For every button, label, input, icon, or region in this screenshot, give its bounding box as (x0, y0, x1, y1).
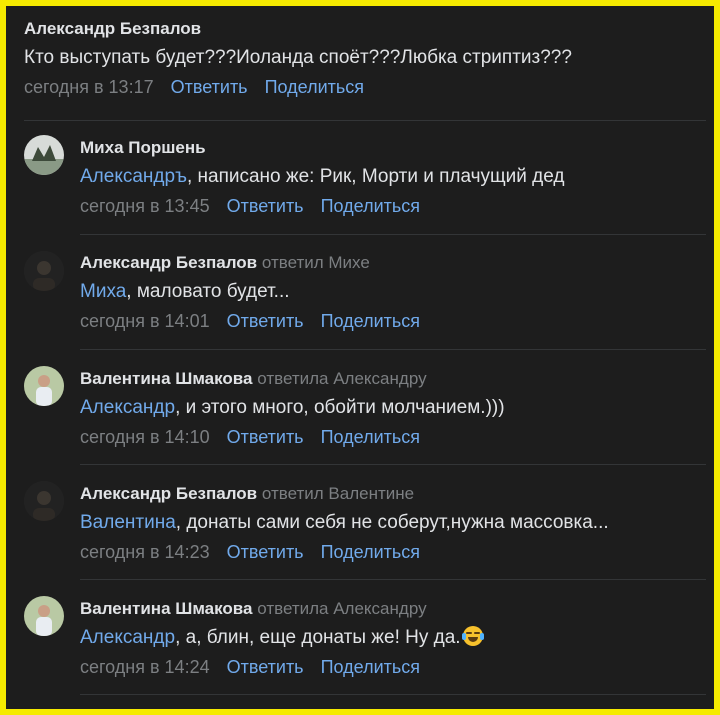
share-button[interactable]: Поделиться (321, 427, 420, 447)
reply-button[interactable]: Ответить (227, 657, 304, 677)
comment-text: Александр, а, блин, еще донаты же! Ну да… (80, 625, 705, 651)
comment-author[interactable]: Александр Безпалов (80, 253, 257, 272)
comment-time[interactable]: сегодня в 14:01 (80, 311, 210, 331)
avatar[interactable] (24, 135, 64, 175)
mention-link[interactable]: Валентина (80, 512, 176, 533)
comment-time[interactable]: сегодня в 14:23 (80, 542, 210, 562)
mention-link[interactable]: Александръ (80, 166, 187, 187)
comment: Валентина Шмакова ответила Александру Ал… (80, 368, 714, 449)
divider (80, 694, 706, 695)
avatar[interactable] (24, 481, 64, 521)
share-button[interactable]: Поделиться (321, 657, 420, 677)
comment-author[interactable]: Александр Безпалов (80, 484, 257, 503)
comment-text: Александръ, написано же: Рик, Морти и пл… (80, 164, 705, 190)
comment-time[interactable]: сегодня в 13:17 (24, 77, 154, 97)
comment-meta: сегодня в 13:17 Ответить Поделиться (24, 75, 714, 99)
share-button[interactable]: Поделиться (321, 542, 420, 562)
replied-to[interactable]: ответил Михе (262, 253, 370, 272)
reply-button[interactable]: Ответить (227, 196, 304, 216)
mention-link[interactable]: Александр (80, 397, 175, 418)
mention-link[interactable]: Миха (80, 281, 126, 302)
comment-author-line: Александр Безпалов ответил Михе (80, 252, 714, 274)
comment-body: , маловато будет... (126, 281, 290, 302)
reply-button[interactable]: Ответить (227, 311, 304, 331)
comment-meta: сегодня в 14:23 Ответить Поделиться (80, 540, 714, 564)
avatar-photo (24, 135, 64, 175)
comment-meta: сегодня в 14:24 Ответить Поделиться (80, 655, 714, 679)
divider (80, 579, 706, 580)
comment-body: , донаты сами себя не соберут,нужна масс… (175, 512, 609, 533)
comment: Миха Поршень Александръ, написано же: Ри… (80, 137, 714, 218)
comment-meta: сегодня в 14:01 Ответить Поделиться (80, 309, 714, 333)
share-button[interactable]: Поделиться (321, 196, 420, 216)
comment-author[interactable]: Валентина Шмакова (80, 369, 253, 388)
face-with-tears-of-joy-icon (461, 626, 484, 646)
comment-author-line: Валентина Шмакова ответила Александру (80, 598, 714, 620)
avatar-photo (24, 596, 64, 636)
divider (24, 120, 706, 121)
comment-text: Миха, маловато будет... (80, 279, 705, 305)
divider (80, 349, 706, 350)
comment-author[interactable]: Валентина Шмакова (80, 599, 253, 618)
comment: Валентина Шмакова ответила Александру Ал… (80, 598, 714, 679)
comment-text: Валентина, донаты сами себя не соберут,н… (80, 510, 700, 536)
comment-time[interactable]: сегодня в 14:24 (80, 657, 210, 677)
avatar-photo (24, 481, 64, 521)
comment-author-line: Валентина Шмакова ответила Александру (80, 368, 714, 390)
share-button[interactable]: Поделиться (265, 77, 364, 97)
comment-body: Кто выступать будет???Иоланда споёт???Лю… (24, 47, 572, 68)
comment-body: , а, блин, еще донаты же! Ну да. (175, 627, 461, 648)
divider (80, 234, 706, 235)
avatar-photo (24, 251, 64, 291)
avatar[interactable] (24, 251, 64, 291)
comment: Александр Безпалов ответил Михе Миха, ма… (80, 252, 714, 333)
comments-thread: Александр Безпалов Кто выступать будет??… (6, 6, 714, 709)
comment: Александр Безпалов ответил Валентине Вал… (80, 483, 714, 564)
comment-time[interactable]: сегодня в 14:10 (80, 427, 210, 447)
divider (80, 464, 706, 465)
comment-meta: сегодня в 14:10 Ответить Поделиться (80, 425, 714, 449)
share-button[interactable]: Поделиться (321, 311, 420, 331)
replied-to[interactable]: ответила Александру (257, 369, 426, 388)
mention-link[interactable]: Александр (80, 627, 175, 648)
comment: Александр Безпалов Кто выступать будет??… (24, 18, 714, 99)
comment-author[interactable]: Миха Поршень (80, 137, 714, 159)
comment-author[interactable]: Александр Безпалов (24, 18, 714, 40)
comment-text: Кто выступать будет???Иоланда споёт???Лю… (24, 45, 704, 71)
comment-meta: сегодня в 13:45 Ответить Поделиться (80, 194, 714, 218)
comment-body: , и этого много, обойти молчанием.))) (175, 397, 505, 418)
avatar[interactable] (24, 366, 64, 406)
avatar[interactable] (24, 596, 64, 636)
comment-time[interactable]: сегодня в 13:45 (80, 196, 210, 216)
reply-button[interactable]: Ответить (171, 77, 248, 97)
comment-author-line: Александр Безпалов ответил Валентине (80, 483, 714, 505)
avatar-photo (24, 366, 64, 406)
comment-text: Александр, и этого много, обойти молчани… (80, 395, 705, 421)
replied-to[interactable]: ответил Валентине (262, 484, 414, 503)
reply-button[interactable]: Ответить (227, 542, 304, 562)
replied-to[interactable]: ответила Александру (257, 599, 426, 618)
reply-button[interactable]: Ответить (227, 427, 304, 447)
comment-body: , написано же: Рик, Морти и плачущий дед (186, 166, 565, 187)
